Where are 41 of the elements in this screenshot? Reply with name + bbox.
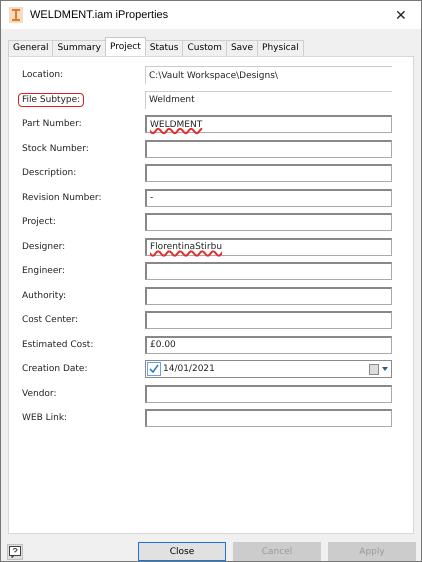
tab[interactable]: Status bbox=[144, 40, 184, 56]
input-field[interactable]: WELDMENT bbox=[145, 115, 392, 134]
input-field[interactable]: - bbox=[145, 188, 392, 207]
readonly-field: C:\Vault Workspace\Designs\ bbox=[145, 66, 392, 84]
field-label: Location: bbox=[21, 69, 64, 82]
help-button[interactable] bbox=[7, 544, 23, 560]
input-field[interactable] bbox=[145, 384, 392, 403]
checkbox[interactable] bbox=[147, 362, 161, 376]
field-label: Part Number: bbox=[21, 118, 83, 132]
close-button[interactable]: ✕ bbox=[389, 6, 413, 23]
date-field[interactable]: 14/01/2021 bbox=[145, 360, 392, 378]
input-field[interactable] bbox=[145, 164, 392, 182]
dialog-button[interactable]: Close bbox=[138, 542, 226, 561]
input-field[interactable] bbox=[145, 286, 392, 305]
tab[interactable]: General bbox=[8, 40, 54, 56]
field-label: Revision Number: bbox=[21, 192, 103, 205]
input-field[interactable] bbox=[145, 213, 392, 232]
readonly-field: Weldment bbox=[145, 90, 392, 109]
input-field[interactable]: £0.00 bbox=[145, 336, 392, 354]
tab[interactable]: Physical bbox=[257, 40, 304, 56]
field-label: Cost Center: bbox=[21, 314, 80, 328]
field-label: Designer: bbox=[21, 240, 66, 254]
field-label: Vendor: bbox=[21, 388, 58, 401]
window-title: WELDMENT.iam iProperties bbox=[30, 8, 170, 21]
input-field[interactable] bbox=[145, 409, 392, 428]
field-label: Project: bbox=[21, 216, 57, 230]
input-field[interactable] bbox=[145, 262, 392, 280]
field-label: WEB Link: bbox=[21, 412, 68, 426]
field-label: Estimated Cost: bbox=[21, 338, 94, 352]
app-icon bbox=[9, 6, 23, 23]
field-label: Authority: bbox=[21, 290, 68, 303]
field-label: Description: bbox=[21, 167, 78, 180]
input-field[interactable] bbox=[145, 311, 392, 330]
field-label: Stock Number: bbox=[21, 142, 90, 156]
input-field[interactable]: FlorentinaStirbu bbox=[145, 238, 392, 256]
calendar-dropdown-icon[interactable] bbox=[369, 364, 389, 375]
tab[interactable]: Project bbox=[104, 36, 146, 56]
input-field[interactable] bbox=[145, 140, 392, 158]
field-label: Creation Date: bbox=[21, 363, 88, 376]
field-label: File Subtype: bbox=[18, 92, 84, 107]
field-label: Engineer: bbox=[21, 265, 66, 278]
